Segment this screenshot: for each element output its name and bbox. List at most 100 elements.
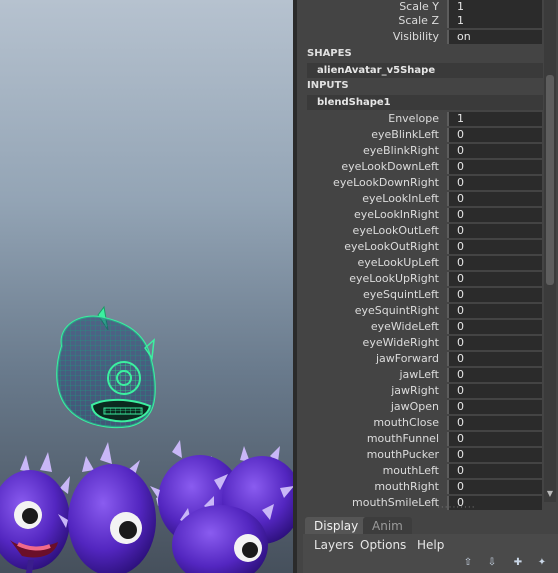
attr-row-blendshape: eyeWideLeft 0	[297, 319, 542, 335]
3d-viewport[interactable]	[0, 0, 293, 573]
attr-label: eyeLookDownLeft	[341, 160, 439, 173]
attr-row-blendshape: eyeLookUpLeft 0	[297, 255, 542, 271]
attr-label: Scale Z	[398, 14, 439, 27]
attr-value-field[interactable]: 0	[447, 208, 542, 222]
attr-row-blendshape: eyeLookDownLeft 0	[297, 159, 542, 175]
attr-value-field[interactable]: 0	[447, 256, 542, 270]
alien-crowd	[0, 440, 293, 573]
attr-row-visibility: Visibility on	[297, 29, 542, 45]
attr-value-field[interactable]: 0	[447, 176, 542, 190]
attr-label: mouthClose	[373, 416, 439, 429]
attr-row-blendshape: eyeWideRight 0	[297, 335, 542, 351]
attr-value-field[interactable]: 0	[447, 192, 542, 206]
attr-value-field[interactable]: 1	[447, 0, 542, 14]
attr-value-field[interactable]: 0	[447, 384, 542, 398]
tab-display[interactable]: Display	[305, 517, 368, 535]
attr-value-field[interactable]: 0	[447, 128, 542, 142]
attr-value-field[interactable]: 0	[447, 352, 542, 366]
attr-row-scale-z: Scale Z 1	[297, 13, 542, 29]
attr-label: eyeBlinkLeft	[371, 128, 439, 141]
attr-value-field[interactable]: 0	[447, 464, 542, 478]
attr-label: eyeSquintRight	[354, 304, 439, 317]
attr-label: jawLeft	[399, 368, 440, 381]
attr-value-field[interactable]: 0	[447, 400, 542, 414]
shapes-section-header: SHAPES	[307, 48, 352, 59]
attr-value-field[interactable]: 0	[447, 336, 542, 350]
attr-row-blendshape: eyeBlinkRight 0	[297, 143, 542, 159]
layer-editor: ·········· Display Anim Layers Options H…	[297, 503, 558, 573]
new-layer-from-selected-icon[interactable]: ✦	[535, 557, 549, 569]
attr-value-field[interactable]: 0	[447, 160, 542, 174]
attr-label: mouthFunnel	[366, 432, 439, 445]
attr-label: jawForward	[375, 352, 439, 365]
move-layer-up-icon[interactable]: ⇧	[461, 557, 475, 569]
attr-label: Envelope	[388, 112, 439, 125]
attr-value-field[interactable]: 0	[447, 368, 542, 382]
attr-value-field[interactable]: 1	[447, 14, 542, 28]
attr-label: eyeLookUpLeft	[357, 256, 439, 269]
selected-wireframe-head	[56, 305, 156, 429]
attr-value-field[interactable]: 0	[447, 272, 542, 286]
channel-box-scrollbar[interactable]: ▼	[544, 0, 556, 502]
attr-label: eyeLookInLeft	[362, 192, 439, 205]
attr-row-blendshape: mouthPucker 0	[297, 447, 542, 463]
attr-value-field[interactable]: 0	[447, 304, 542, 318]
attr-value-field[interactable]: 0	[447, 448, 542, 462]
channel-box: Scale Y 1 Scale Z 1 Visibility on SHAPES…	[297, 0, 558, 512]
attr-row-blendshape: mouthSmileLeft 0	[297, 495, 542, 511]
attr-row-blendshape: eyeLookDownRight 0	[297, 175, 542, 191]
attr-row-blendshape: eyeLookInRight 0	[297, 207, 542, 223]
attr-value-field[interactable]: 0	[447, 240, 542, 254]
attr-row-blendshape: eyeSquintRight 0	[297, 303, 542, 319]
attr-value-field[interactable]: 0	[447, 432, 542, 446]
attr-value-field[interactable]: 1	[447, 112, 542, 126]
attr-row-blendshape: eyeSquintLeft 0	[297, 287, 542, 303]
attr-row-blendshape: eyeLookOutRight 0	[297, 239, 542, 255]
attr-label: mouthPucker	[366, 448, 439, 461]
attr-label: eyeWideRight	[362, 336, 439, 349]
attr-label: mouthLeft	[382, 464, 439, 477]
menu-layers[interactable]: Layers	[314, 538, 354, 552]
move-layer-down-icon[interactable]: ⇩	[485, 557, 499, 569]
attr-label: eyeWideLeft	[370, 320, 439, 333]
attr-row-blendshape: mouthRight 0	[297, 479, 542, 495]
attr-label: eyeLookDownRight	[333, 176, 439, 189]
attr-value-field[interactable]: 0	[447, 224, 542, 238]
attr-label: Scale Y	[399, 0, 439, 13]
resize-grip[interactable]: ··········	[437, 503, 476, 513]
scene-render	[0, 305, 293, 573]
attr-label: eyeLookOutLeft	[352, 224, 439, 237]
attr-row-blendshape: eyeBlinkLeft 0	[297, 127, 542, 143]
menu-options[interactable]: Options	[360, 538, 406, 552]
attr-value-field[interactable]: 0	[447, 480, 542, 494]
scroll-down-arrow-icon[interactable]: ▼	[545, 489, 555, 499]
attr-row-blendshape: mouthFunnel 0	[297, 431, 542, 447]
tab-anim[interactable]: Anim	[363, 517, 412, 535]
attr-value-field[interactable]: 0	[447, 144, 542, 158]
attr-row-blendshape: jawLeft 0	[297, 367, 542, 383]
attr-label: mouthRight	[374, 480, 439, 493]
attr-value-field[interactable]: 0	[447, 416, 542, 430]
attr-value-field[interactable]: on	[447, 30, 542, 44]
attr-label: eyeSquintLeft	[362, 288, 439, 301]
attr-row-blendshape: jawRight 0	[297, 383, 542, 399]
attr-row-blendshape: eyeLookUpRight 0	[297, 271, 542, 287]
layer-editor-body: Layers Options Help ⇧ ⇩ ✚ ✦	[303, 534, 558, 573]
attr-label: mouthSmileLeft	[352, 496, 439, 509]
inputs-section-header: INPUTS	[307, 80, 349, 91]
scrollbar-thumb[interactable]	[546, 75, 554, 285]
input-node-name[interactable]: blendShape1	[307, 95, 543, 110]
shape-node-name[interactable]: alienAvatar_v5Shape	[307, 63, 543, 78]
attr-row-blendshape: eyeLookInLeft 0	[297, 191, 542, 207]
attr-value-field[interactable]: 0	[447, 320, 542, 334]
new-layer-icon[interactable]: ✚	[511, 557, 525, 569]
attr-row-blendshape: eyeLookOutLeft 0	[297, 223, 542, 239]
attr-row-blendshape: mouthClose 0	[297, 415, 542, 431]
attr-row-blendshape: Envelope 1	[297, 111, 542, 127]
attr-row-blendshape: jawForward 0	[297, 351, 542, 367]
attr-label: jawOpen	[390, 400, 439, 413]
attr-row-blendshape: jawOpen 0	[297, 399, 542, 415]
attr-label: eyeLookOutRight	[344, 240, 439, 253]
menu-help[interactable]: Help	[417, 538, 444, 552]
attr-value-field[interactable]: 0	[447, 288, 542, 302]
